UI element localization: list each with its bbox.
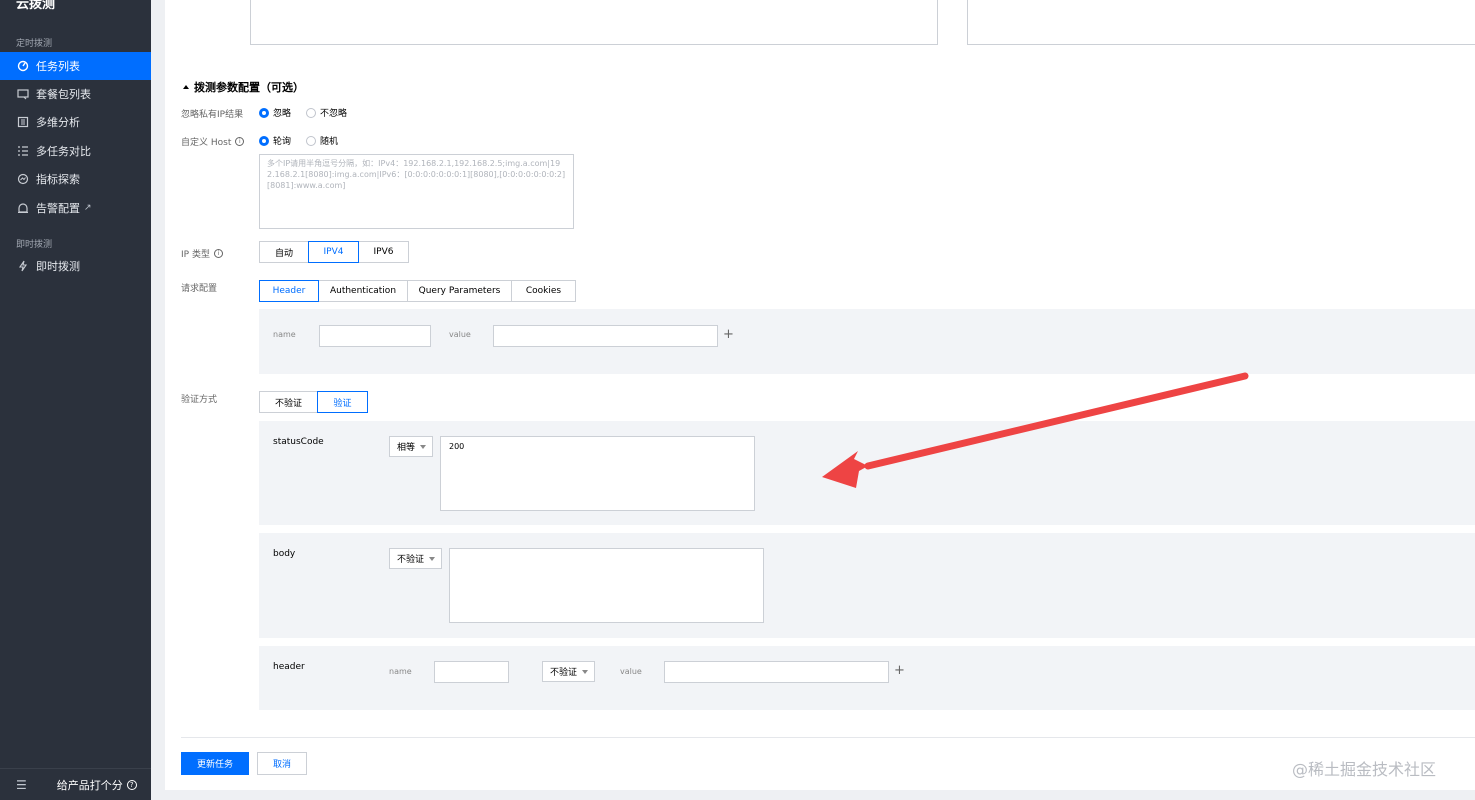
status-code-value-input[interactable]: 200 — [440, 436, 755, 511]
custom-host-label: 自定义 Host i — [181, 135, 245, 148]
explore-icon — [16, 172, 30, 186]
collapse-menu-icon[interactable]: ☰ — [16, 778, 27, 792]
sidebar-footer: ☰ 给产品打个分 ? — [0, 768, 151, 800]
header-verify-operator-select[interactable]: 不验证 — [542, 661, 595, 682]
info-icon[interactable]: i — [213, 249, 223, 258]
status-code-label: statusCode — [273, 437, 324, 447]
tab-query-parameters[interactable]: Query Parameters — [407, 280, 512, 302]
gauge-icon — [16, 59, 30, 73]
section-label-instant: 即时拨测 — [16, 240, 53, 250]
sidebar-item-alarm-config[interactable]: 告警配置 ↗ — [0, 194, 151, 222]
header-value-label: value — [449, 330, 471, 339]
info-icon[interactable]: i — [235, 137, 245, 146]
ip-type-label: IP 类型 i — [181, 247, 223, 260]
sidebar-item-label: 即时拨测 — [36, 260, 80, 273]
sidebar-item-label: 指标探索 — [36, 173, 80, 186]
dropdown-arrow-icon — [420, 444, 427, 449]
header-verify-name-label: name — [389, 667, 412, 676]
radio-checked-icon — [259, 135, 269, 146]
external-link-icon: ↗ — [84, 203, 92, 213]
status-code-operator-select[interactable]: 相等 — [389, 436, 433, 457]
analysis-icon — [16, 115, 30, 129]
sidebar-item-label: 套餐包列表 — [36, 88, 91, 101]
radio-checked-icon — [259, 107, 269, 118]
list-icon — [16, 144, 30, 158]
radio-not-ignore[interactable]: 不忽略 — [306, 106, 347, 119]
sidebar-item-multi-task-compare[interactable]: 多任务对比 — [0, 137, 151, 165]
header-verify-value-label: value — [620, 667, 642, 676]
header-config-area — [259, 309, 1475, 374]
sidebar-item-label: 多任务对比 — [36, 145, 91, 158]
add-header-verify-icon[interactable]: + — [894, 663, 905, 678]
bolt-icon — [16, 259, 30, 273]
textarea-left[interactable] — [250, 0, 938, 45]
brand-title: 云拨测 — [16, 0, 56, 12]
add-header-icon[interactable]: + — [723, 327, 734, 342]
rate-product-link[interactable]: 给产品打个分 — [57, 777, 123, 793]
verify-button[interactable]: 验证 — [317, 391, 368, 413]
radio-unchecked-icon — [306, 135, 316, 146]
textarea-right[interactable] — [967, 0, 1475, 45]
sidebar-item-package-list[interactable]: 套餐包列表 — [0, 80, 151, 108]
section-label-scheduled: 定时拨测 — [16, 39, 53, 49]
request-config-tabs: Header Authentication Query Parameters C… — [259, 280, 576, 302]
tab-authentication[interactable]: Authentication — [318, 280, 408, 302]
sidebar-item-multi-analysis[interactable]: 多维分析 — [0, 108, 151, 136]
custom-host-input[interactable]: 多个IP请用半角逗号分隔，如：IPv4：192.168.2.1,192.168.… — [259, 154, 574, 229]
body-label: body — [273, 549, 296, 559]
help-icon[interactable]: ? — [126, 779, 137, 790]
alarm-icon — [16, 201, 30, 215]
sidebar-item-metric-explore[interactable]: 指标探索 — [0, 165, 151, 193]
radio-ignore[interactable]: 忽略 — [259, 106, 291, 119]
header-name-input[interactable] — [319, 325, 431, 347]
update-task-button[interactable]: 更新任务 — [181, 752, 249, 775]
divider — [181, 737, 1475, 738]
verify-label: 验证方式 — [181, 395, 218, 405]
sidebar: 云拨测 定时拨测 任务列表 套餐包列表 多维分析 多任务对比 指标探索 告警配置… — [0, 0, 151, 800]
dropdown-arrow-icon — [429, 556, 436, 561]
header-verify-label: header — [273, 662, 305, 672]
radio-random[interactable]: 随机 — [306, 134, 338, 147]
ip-type-ipv4-button[interactable]: IPV4 — [308, 241, 359, 263]
sidebar-item-instant-probe[interactable]: 即时拨测 — [0, 252, 151, 280]
header-name-label: name — [273, 330, 296, 339]
ignore-private-ip-label: 忽略私有IP结果 — [181, 110, 244, 120]
tab-header[interactable]: Header — [259, 280, 319, 302]
sidebar-item-label: 多维分析 — [36, 116, 80, 129]
collapse-caret-icon — [183, 85, 189, 89]
ip-type-ipv6-button[interactable]: IPV6 — [358, 241, 409, 263]
watermark: @稀土掘金技术社区 — [1292, 760, 1437, 779]
ip-type-segmented: 自动 IPV4 IPV6 — [259, 241, 409, 263]
header-value-input[interactable] — [493, 325, 718, 347]
ip-type-auto-button[interactable]: 自动 — [259, 241, 309, 263]
radio-round-robin[interactable]: 轮询 — [259, 134, 291, 147]
no-verify-button[interactable]: 不验证 — [259, 391, 318, 413]
sidebar-item-task-list[interactable]: 任务列表 — [0, 52, 151, 80]
dropdown-arrow-icon — [582, 669, 589, 674]
tab-cookies[interactable]: Cookies — [511, 280, 576, 302]
sidebar-item-label: 任务列表 — [36, 60, 80, 73]
sidebar-item-label: 告警配置 — [36, 202, 80, 215]
section-title[interactable]: 拨测参数配置（可选） — [183, 79, 304, 95]
request-config-label: 请求配置 — [181, 284, 218, 294]
header-verify-name-input[interactable] — [434, 661, 509, 683]
body-value-input[interactable] — [449, 548, 764, 623]
form-panel: 拨测参数配置（可选） 忽略私有IP结果 忽略 不忽略 自定义 Host i 轮询… — [165, 0, 1475, 790]
radio-unchecked-icon — [306, 107, 316, 118]
cancel-button[interactable]: 取消 — [257, 752, 307, 775]
body-operator-select[interactable]: 不验证 — [389, 548, 442, 569]
verify-segmented: 不验证 验证 — [259, 391, 368, 413]
package-icon — [16, 87, 30, 101]
header-verify-value-input[interactable] — [664, 661, 889, 683]
